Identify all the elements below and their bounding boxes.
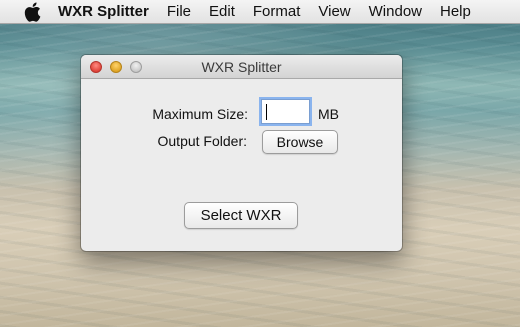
window-titlebar[interactable]: WXR Splitter	[81, 55, 402, 79]
menu-file[interactable]: File	[158, 0, 200, 24]
app-window: WXR Splitter Maximum Size: MB Output Fol…	[81, 55, 402, 251]
apple-icon[interactable]	[24, 2, 41, 22]
menu-view[interactable]: View	[309, 0, 359, 24]
select-wxr-button[interactable]: Select WXR	[184, 202, 298, 229]
window-title: WXR Splitter	[201, 59, 282, 75]
max-size-label: Maximum Size:	[152, 106, 248, 122]
browse-button[interactable]: Browse	[262, 130, 338, 154]
output-folder-label: Output Folder:	[157, 133, 248, 149]
menu-app-name[interactable]: WXR Splitter	[58, 0, 158, 24]
max-size-unit: MB	[318, 106, 339, 122]
max-size-input[interactable]	[261, 99, 310, 124]
text-caret	[266, 104, 267, 120]
menu-bar: WXR Splitter File Edit Format View Windo…	[0, 0, 520, 24]
menu-format[interactable]: Format	[244, 0, 310, 24]
menu-edit[interactable]: Edit	[200, 0, 244, 24]
menu-window[interactable]: Window	[360, 0, 431, 24]
menu-help[interactable]: Help	[431, 0, 480, 24]
